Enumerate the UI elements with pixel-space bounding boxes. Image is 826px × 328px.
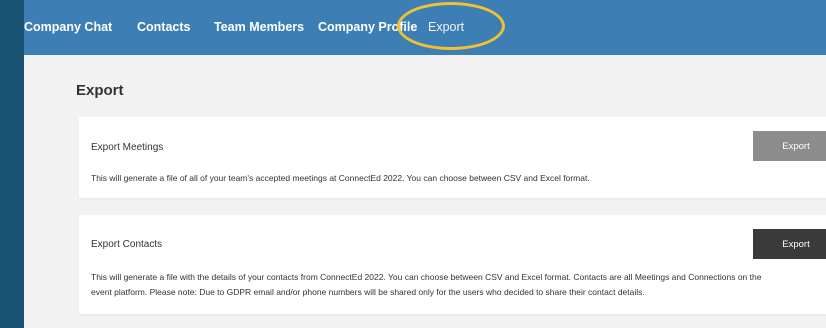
page-title: Export	[76, 82, 124, 99]
export-contacts-description-line1: This will generate a file with the detai…	[91, 272, 762, 282]
nav-item-company-profile[interactable]: Company Profile	[318, 20, 417, 34]
nav-item-company-chat[interactable]: Company Chat	[24, 20, 112, 34]
export-contacts-button[interactable]: Export	[753, 229, 826, 259]
export-meetings-title: Export Meetings	[91, 142, 164, 153]
nav-item-export[interactable]: Export	[428, 20, 464, 34]
export-contacts-description: This will generate a file with the detai…	[91, 270, 821, 300]
main-content: Export Export Meetings Export This will …	[24, 55, 826, 328]
export-meetings-button[interactable]: Export	[753, 131, 826, 161]
top-navigation-bar: Company Chat Contacts Team Members Compa…	[24, 0, 826, 55]
nav-item-team-members[interactable]: Team Members	[214, 20, 304, 34]
left-sidebar-strip	[0, 0, 24, 328]
export-contacts-title: Export Contacts	[91, 239, 163, 250]
export-contacts-card: Export Contacts Export This will generat…	[79, 215, 826, 314]
nav-item-contacts[interactable]: Contacts	[137, 20, 190, 34]
export-meetings-card: Export Meetings Export This will generat…	[79, 117, 826, 198]
export-contacts-description-line2: event platform. Please note: Due to GDPR…	[91, 287, 645, 297]
export-meetings-description: This will generate a file of all of your…	[91, 173, 590, 183]
